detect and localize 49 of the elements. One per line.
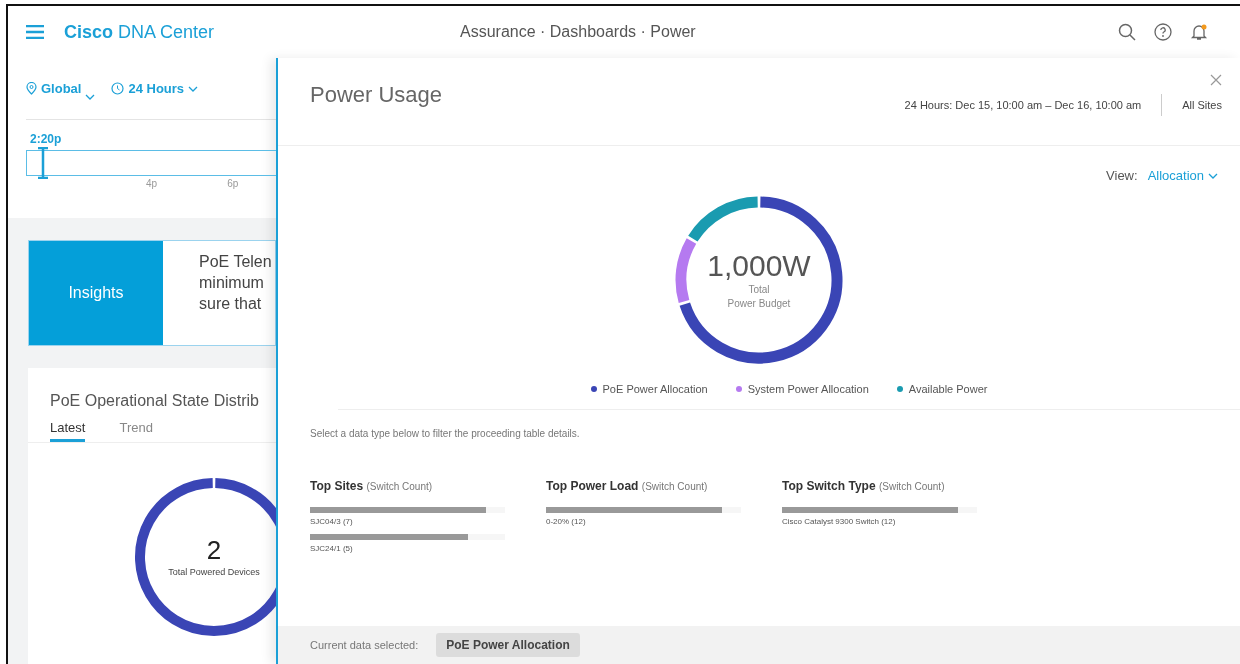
filter-hint: Select a data type below to filter the proceeding table details. <box>310 428 581 439</box>
insight-text: minimum <box>199 274 265 292</box>
bar-label: SJC24/1 (5) <box>310 544 354 553</box>
insight-text: sure that <box>199 295 263 313</box>
tab[interactable]: Latest <box>50 420 86 442</box>
tab[interactable]: Trend <box>119 420 153 442</box>
drawer-title: Power Usage <box>310 82 443 108</box>
clock-icon <box>111 82 125 95</box>
legend-label: System Power Allocation <box>747 383 869 395</box>
notification-bell-icon[interactable] <box>1190 23 1208 41</box>
caret-icon <box>1208 172 1218 179</box>
view-dropdown[interactable]: Allocation <box>1147 168 1218 183</box>
power-budget-caption: Total <box>748 283 770 297</box>
timeline-time: 2:20p <box>30 132 63 146</box>
legend-label: Available Power <box>908 383 988 395</box>
location-pin-icon <box>26 82 37 95</box>
group-title: Top Power Load (Switch Count) <box>546 479 709 493</box>
power-budget-caption: Power Budget <box>727 297 791 311</box>
menu-icon[interactable] <box>26 25 44 39</box>
insights-label: Insights <box>29 241 163 345</box>
close-icon[interactable] <box>1210 74 1222 86</box>
timeline-track[interactable] <box>26 150 276 176</box>
breadcrumb: Assurance · Dashboards · Power <box>460 23 696 41</box>
product-title: Cisco DNA Center <box>64 21 215 43</box>
search-icon[interactable] <box>1118 23 1136 41</box>
bar-label: SJC04/3 (7) <box>310 517 354 526</box>
view-label: View: <box>1106 168 1138 183</box>
power-budget-value: 1,000W <box>707 249 811 283</box>
device-count-caption: Total Powered Devices <box>168 566 260 579</box>
help-icon[interactable] <box>1154 23 1172 41</box>
timeline-handle-icon[interactable] <box>37 147 49 179</box>
caret-icon <box>85 93 96 100</box>
bar-label: 0-20% (12) <box>546 517 587 526</box>
time-range-filter[interactable]: 24 Hours <box>111 81 199 96</box>
timeline-tick-label: 4p <box>146 178 158 189</box>
current-data-label: Current data selected: <box>310 639 419 651</box>
legend-label: PoE Power Allocation <box>602 383 708 395</box>
group-title: Top Sites (Switch Count) <box>310 479 434 493</box>
location-filter[interactable]: Global <box>26 77 96 100</box>
bar-label: Cisco Catalyst 9300 Switch (12) <box>782 517 897 526</box>
scope-text: All Sites <box>1182 99 1222 111</box>
time-range-text: 24 Hours: Dec 15, 10:00 am – Dec 16, 10:00 am <box>904 99 1142 111</box>
card-title: PoE Operational State Distrib <box>49 391 260 410</box>
caret-icon <box>188 85 199 92</box>
group-title: Top Switch Type (Switch Count) <box>782 479 946 493</box>
device-count: 2 <box>206 535 222 567</box>
current-data-chip[interactable]: PoE Power Allocation <box>436 633 580 657</box>
insight-text: PoE Telen <box>199 253 273 271</box>
timeline-tick-label: 6p <box>227 178 239 189</box>
